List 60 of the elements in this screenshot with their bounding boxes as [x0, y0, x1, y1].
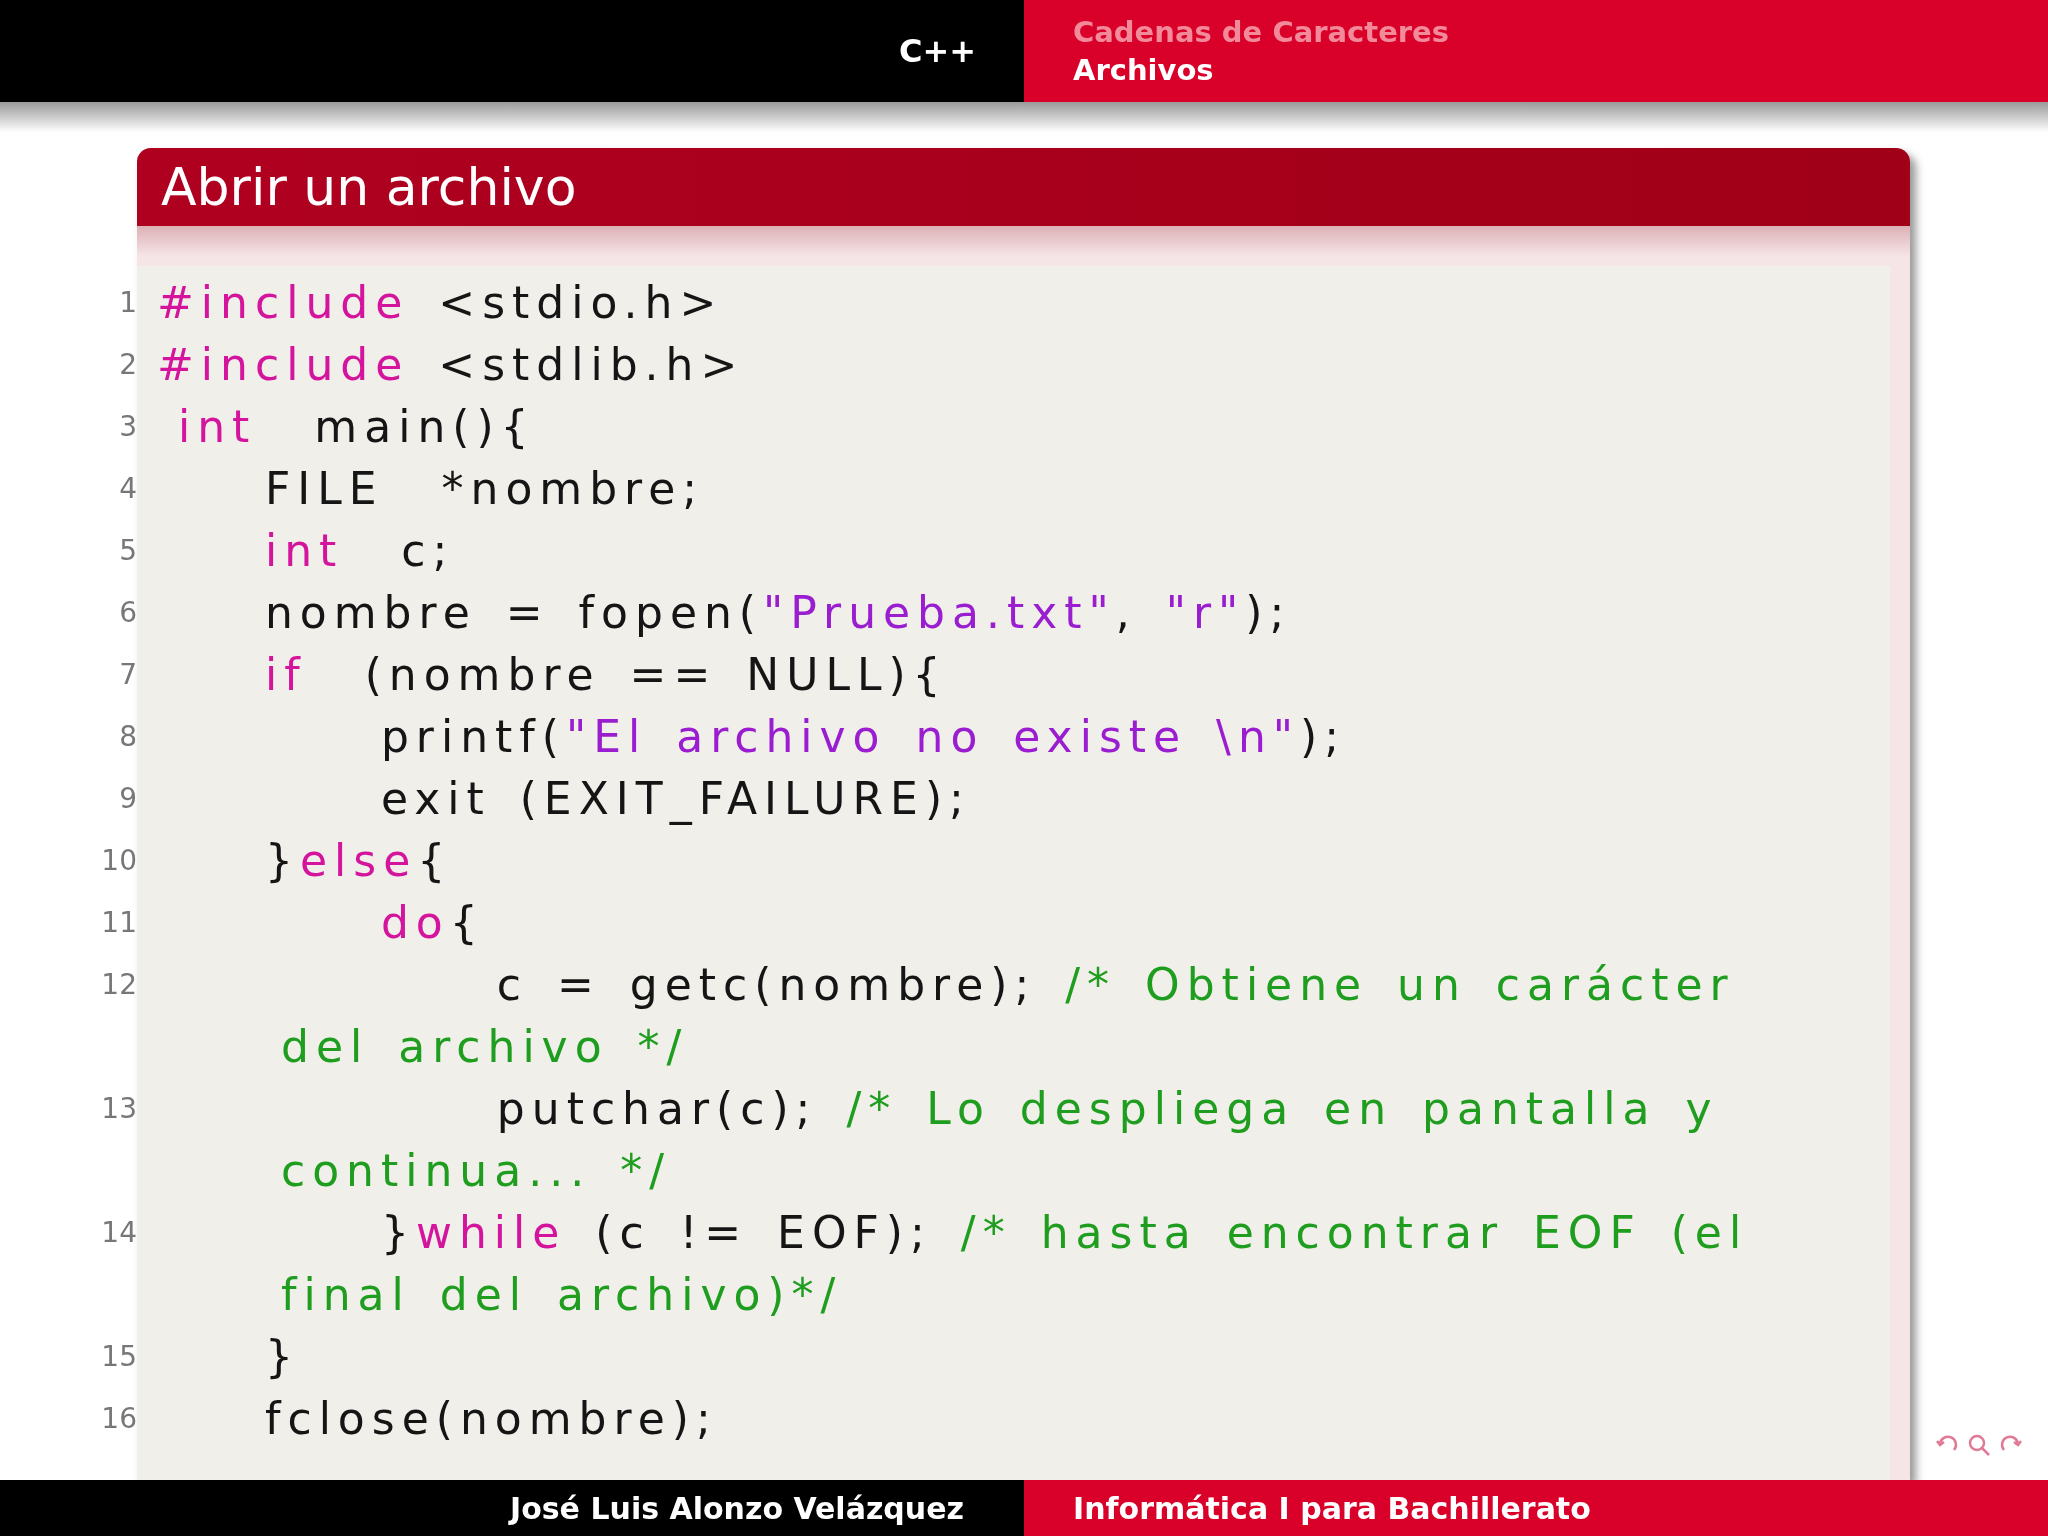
author-name: José Luis Alonzo Velázquez [510, 1489, 964, 1528]
code-keyword: #include [157, 339, 410, 390]
code-text: (nombre == NULL){ [363, 649, 948, 700]
line-number: 5 [118, 533, 137, 569]
code-string: "r" [1165, 587, 1246, 638]
code-text: exit (EXIT_FAILURE); [379, 773, 971, 824]
line-number: 9 [118, 781, 137, 817]
code-comment: continua... */ [281, 1144, 671, 1198]
line-number: 3 [118, 409, 137, 445]
code-keyword: else [299, 835, 418, 886]
code-text: <stdio.h> [437, 277, 724, 328]
code-text: printf( [379, 711, 566, 762]
code-keyword: #include [157, 277, 410, 328]
code-text: nombre = fopen( [263, 587, 764, 638]
line-number: 15 [100, 1339, 137, 1375]
line-number: 10 [100, 843, 137, 879]
code-text: } [263, 1331, 300, 1382]
line-number: 8 [118, 719, 137, 755]
code-keyword: while [415, 1207, 567, 1258]
code-text: , [1115, 587, 1138, 638]
code-string: "Prueba.txt" [763, 587, 1116, 638]
block-title: Abrir un archivo [161, 156, 577, 219]
code-text: fclose(nombre); [263, 1393, 718, 1444]
code-string: "El archivo no existe \n" [565, 711, 1301, 762]
code-text: main(){ [313, 401, 536, 452]
code-text: ); [1245, 587, 1292, 638]
code-comment: /* Lo despliega en pantalla y [846, 1083, 1719, 1134]
line-number: 6 [118, 595, 137, 631]
code-text: { [417, 835, 453, 886]
code-text: putchar(c); [495, 1083, 819, 1134]
header-title: C++ [898, 31, 976, 72]
code-comment: /* hasta encontrar EOF (el [960, 1207, 1749, 1258]
line-number: 2 [118, 347, 137, 383]
search-icon[interactable] [1966, 1432, 1992, 1458]
code-text: <stdlib.h> [437, 339, 745, 390]
line-number: 7 [118, 657, 137, 693]
code-text: ); [1300, 711, 1347, 762]
line-number: 14 [100, 1215, 137, 1251]
line-number: 1 [118, 285, 137, 321]
section-link[interactable]: Archivos [1073, 51, 2048, 89]
code-text: FILE *nombre; [263, 463, 705, 514]
code-comment: final del archivo)*/ [281, 1268, 843, 1322]
code-text: c; [400, 525, 455, 576]
line-number: 11 [100, 905, 137, 941]
code-text: } [263, 835, 300, 886]
code-comment: del archivo */ [281, 1020, 689, 1074]
code-text: c = getc(nombre); [495, 959, 1038, 1010]
code-text: (c != EOF); [594, 1207, 933, 1258]
course-title: Informática I para Bachillerato [1073, 1489, 1591, 1528]
code-keyword: int [263, 525, 344, 576]
code-keyword: if [263, 649, 307, 700]
line-number: 16 [100, 1401, 137, 1437]
line-number: 13 [100, 1091, 137, 1127]
code-text: } [379, 1207, 416, 1258]
line-number: 4 [118, 471, 137, 507]
code-keyword: do [379, 897, 450, 948]
line-number: 12 [100, 967, 137, 1003]
code-text: { [449, 897, 485, 948]
code-keyword: int [177, 401, 257, 452]
code-comment: /* Obtiene un carácter [1065, 959, 1735, 1010]
